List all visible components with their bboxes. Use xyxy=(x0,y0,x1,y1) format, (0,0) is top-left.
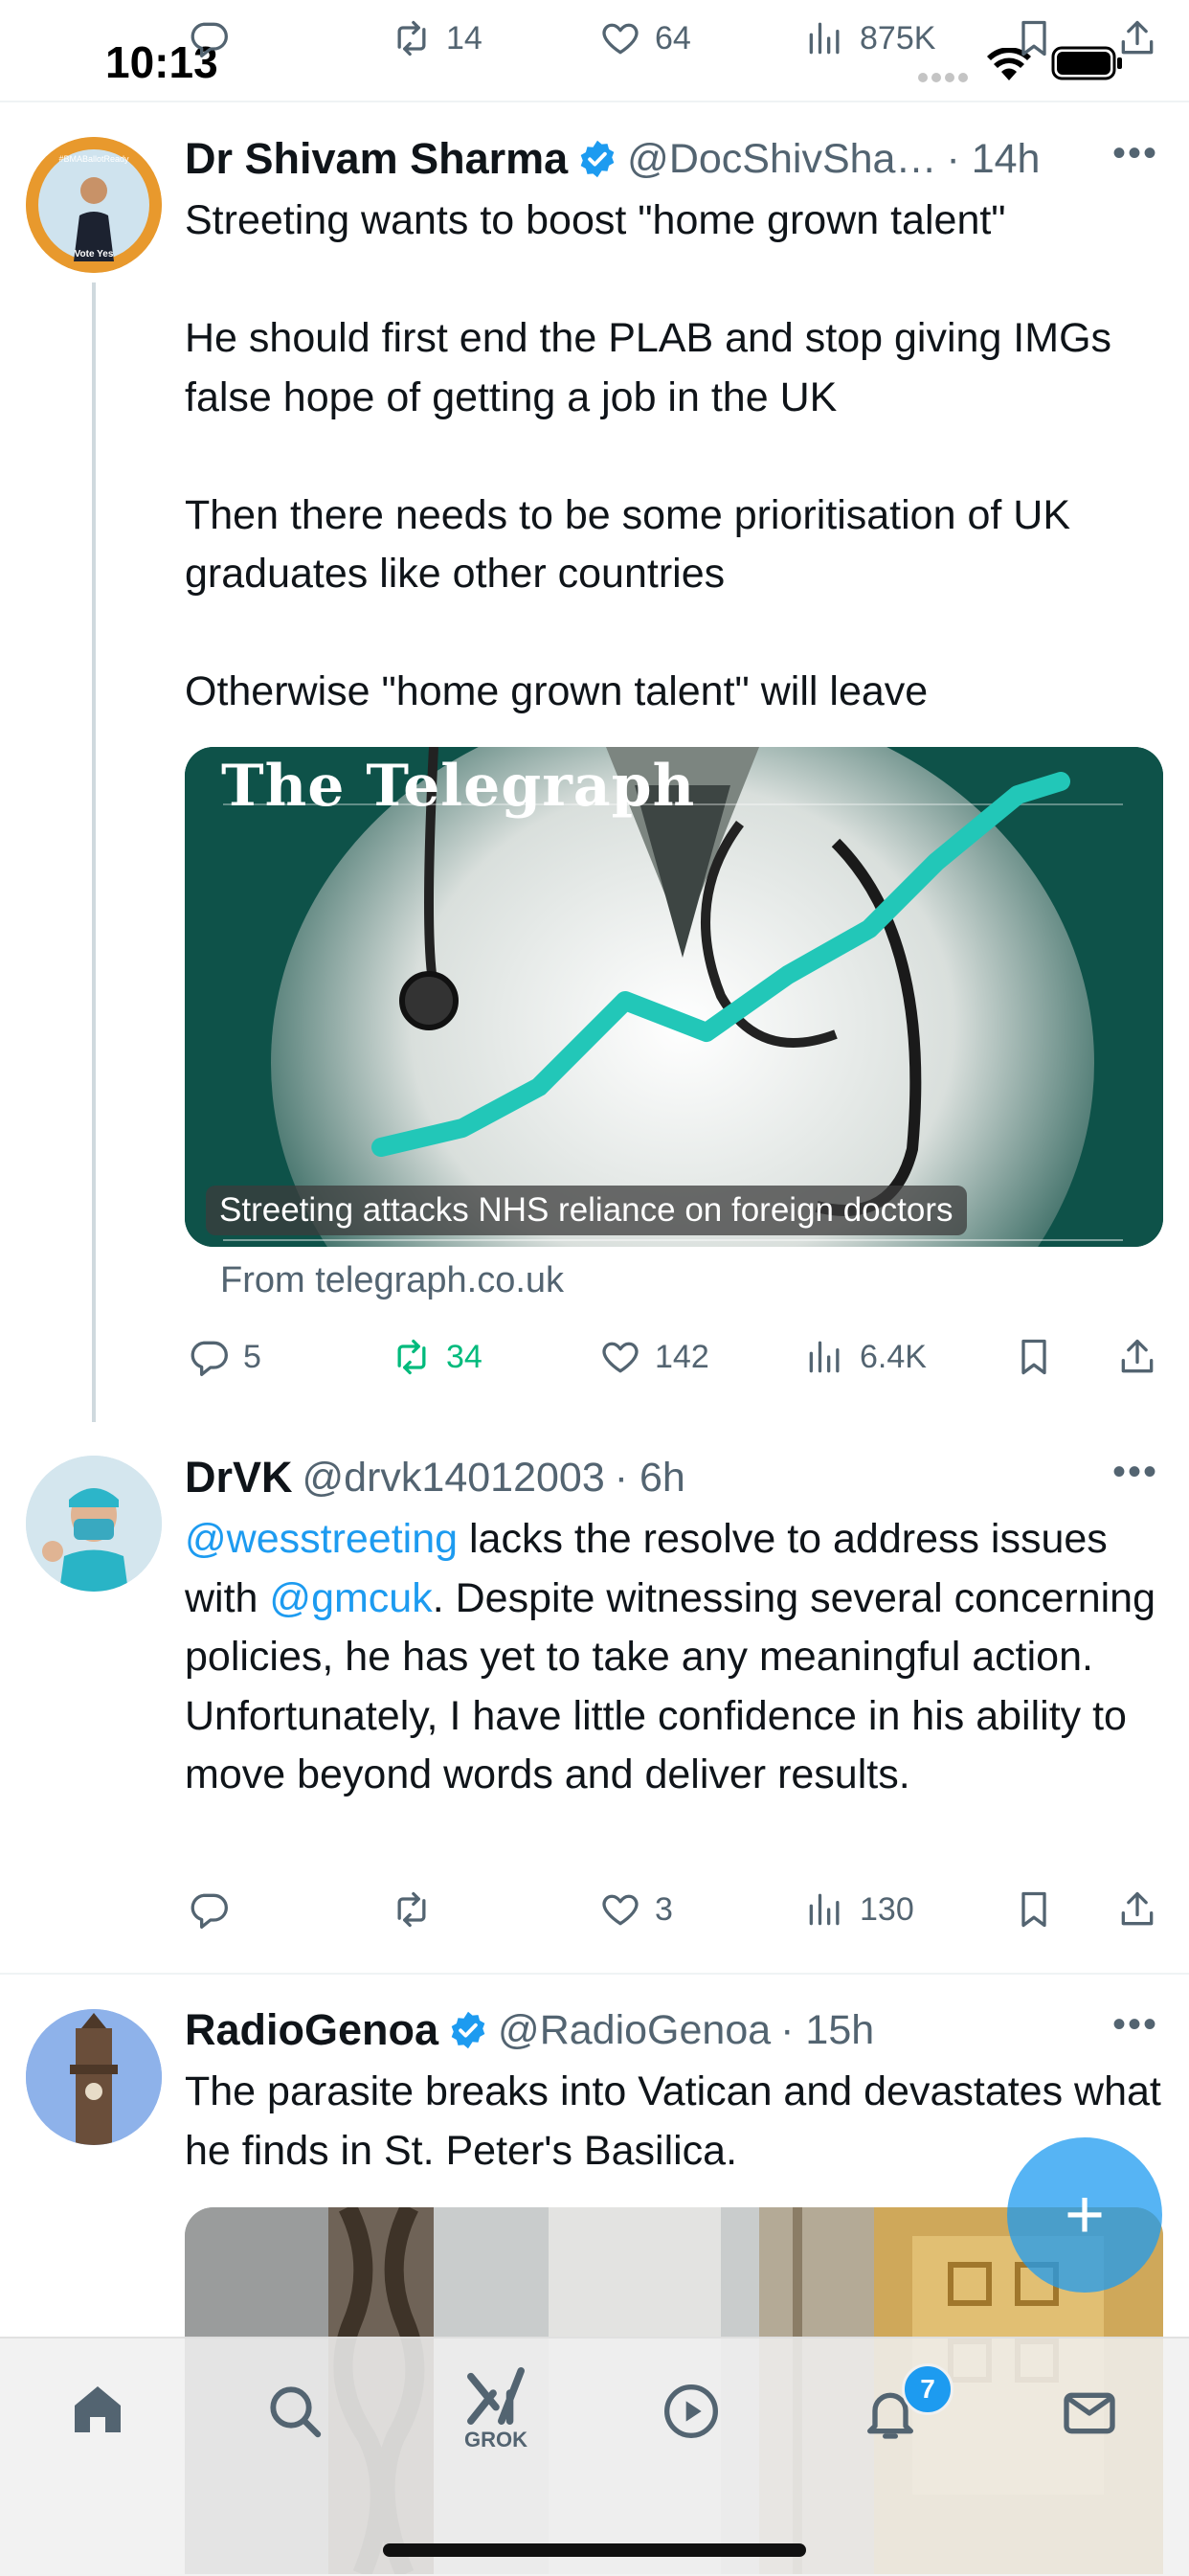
share-button[interactable] xyxy=(1116,1888,1158,1931)
notification-badge: 7 xyxy=(902,2363,953,2415)
views-icon xyxy=(809,22,840,55)
telegraph-logo: The Telegraph xyxy=(221,753,696,820)
mention-link[interactable]: @wesstreeting xyxy=(185,1516,458,1562)
views-button[interactable]: 6.4K xyxy=(804,1336,927,1378)
retweet-button[interactable]: 34 xyxy=(391,1336,482,1378)
views-button[interactable]: 130 xyxy=(804,1888,914,1931)
prev-share-action[interactable] xyxy=(1116,17,1158,59)
heart-icon xyxy=(602,23,639,55)
verified-badge-icon xyxy=(577,139,617,179)
prev-like-action[interactable]: 64 xyxy=(599,17,691,59)
notification-count: 7 xyxy=(920,2374,935,2404)
divider xyxy=(0,101,1189,102)
cellular-signal-icon xyxy=(917,71,971,88)
link-card[interactable]: The Telegraph Streeting attacks NHS reli… xyxy=(185,747,1163,1247)
tweet-text: The parasite breaks into Vatican and dev… xyxy=(185,2068,1173,2174)
views-count: 130 xyxy=(860,1890,914,1928)
tab-bar: GROK 7 xyxy=(0,2337,1189,2576)
retweet-icon xyxy=(397,1339,426,1375)
tweet-header: RadioGenoa @RadioGenoa · 15h xyxy=(185,2001,874,2059)
more-options-icon[interactable]: ••• xyxy=(1112,132,1158,175)
views-count: 6.4K xyxy=(860,1338,927,1375)
views-icon xyxy=(809,1893,840,1926)
svg-text:Vote Yes: Vote Yes xyxy=(75,249,114,260)
like-button[interactable]: 142 xyxy=(599,1336,709,1378)
grok-icon[interactable]: GROK xyxy=(458,2365,534,2452)
reply-button[interactable] xyxy=(188,1888,230,1931)
author-handle[interactable]: @DocShivSha… xyxy=(627,136,936,183)
tweet-timestamp[interactable]: · 15h xyxy=(780,2007,874,2054)
bookmark-button[interactable] xyxy=(1013,1888,1055,1931)
grok-label: GROK xyxy=(464,2428,527,2452)
tweet-text: @wesstreeting lacks the resolve to addre… xyxy=(185,1510,1161,1805)
share-button[interactable] xyxy=(1116,1336,1158,1378)
more-options-icon[interactable]: ••• xyxy=(1112,2003,1158,2046)
verified-badge-icon xyxy=(448,2010,488,2050)
like-count: 3 xyxy=(655,1890,673,1928)
reply-icon xyxy=(191,22,228,57)
heart-icon xyxy=(602,1342,639,1373)
author-handle[interactable]: @drvk14012003 xyxy=(303,1455,605,1502)
card-source[interactable]: From telegraph.co.uk xyxy=(220,1260,564,1301)
views-icon xyxy=(809,1341,840,1373)
compose-fab[interactable]: + xyxy=(1007,2137,1162,2293)
heart-icon xyxy=(602,1894,639,1926)
reply-count: 5 xyxy=(243,1338,261,1375)
tweet-text: Streeting wants to boost "home grown tal… xyxy=(185,197,1112,714)
reply-button[interactable]: 5 xyxy=(188,1336,261,1378)
tweet-header: Dr Shivam Sharma @DocShivSha… · 14h xyxy=(185,130,1040,188)
author-name[interactable]: Dr Shivam Sharma xyxy=(185,134,568,184)
avatar[interactable]: #BMABallotReady Vote Yes xyxy=(26,137,162,273)
home-indicator xyxy=(383,2543,806,2557)
bookmark-icon xyxy=(1021,1891,1046,1928)
bookmark-icon xyxy=(1021,1339,1046,1375)
prev-reply-action[interactable] xyxy=(188,17,230,59)
avatar[interactable] xyxy=(26,1456,162,1592)
status-bar: 10:13 xyxy=(0,0,1189,101)
author-name[interactable]: RadioGenoa xyxy=(185,2005,438,2055)
video-icon[interactable] xyxy=(661,2381,722,2447)
retweet-button[interactable] xyxy=(391,1888,433,1931)
card-image xyxy=(185,747,1163,1247)
like-count: 142 xyxy=(655,1338,709,1375)
messages-icon[interactable] xyxy=(1059,2383,1120,2449)
like-button[interactable]: 3 xyxy=(599,1888,673,1931)
retweet-icon xyxy=(397,20,426,56)
tweet-timestamp[interactable]: · 6h xyxy=(615,1455,685,1502)
author-name[interactable]: DrVK xyxy=(185,1453,293,1503)
card-caption: Streeting attacks NHS reliance on foreig… xyxy=(206,1186,967,1235)
avatar[interactable] xyxy=(26,2009,162,2145)
home-icon[interactable] xyxy=(67,2379,128,2445)
bookmark-icon xyxy=(1021,20,1046,56)
retweet-count: 34 xyxy=(446,1338,482,1375)
search-icon[interactable] xyxy=(264,2381,325,2447)
share-icon xyxy=(1121,1891,1154,1926)
tweet-header: DrVK @drvk14012003 · 6h xyxy=(185,1449,685,1506)
more-options-icon[interactable]: ••• xyxy=(1112,1451,1158,1494)
battery-icon xyxy=(1051,46,1124,85)
divider xyxy=(0,1973,1189,1975)
bookmark-button[interactable] xyxy=(1013,1336,1055,1378)
tweet-timestamp[interactable]: · 14h xyxy=(946,136,1040,183)
mention-link[interactable]: @gmcuk xyxy=(269,1575,432,1621)
retweet-icon xyxy=(397,1891,426,1928)
retweet-count: 14 xyxy=(446,19,482,56)
author-handle[interactable]: @RadioGenoa xyxy=(498,2007,771,2054)
share-icon xyxy=(1121,20,1154,55)
reply-icon xyxy=(191,1893,228,1929)
svg-text:#BMABallotReady: #BMABallotReady xyxy=(58,154,129,164)
prev-bookmark-action[interactable] xyxy=(1013,17,1055,59)
prev-retweet-action[interactable]: 14 xyxy=(391,17,482,59)
thread-line xyxy=(92,282,96,1422)
plus-icon: + xyxy=(1064,2177,1106,2253)
prev-views-action[interactable]: 875K xyxy=(804,17,935,59)
reply-icon xyxy=(191,1341,228,1376)
views-count: 875K xyxy=(860,19,936,56)
share-icon xyxy=(1121,1339,1154,1373)
like-count: 64 xyxy=(655,19,691,56)
